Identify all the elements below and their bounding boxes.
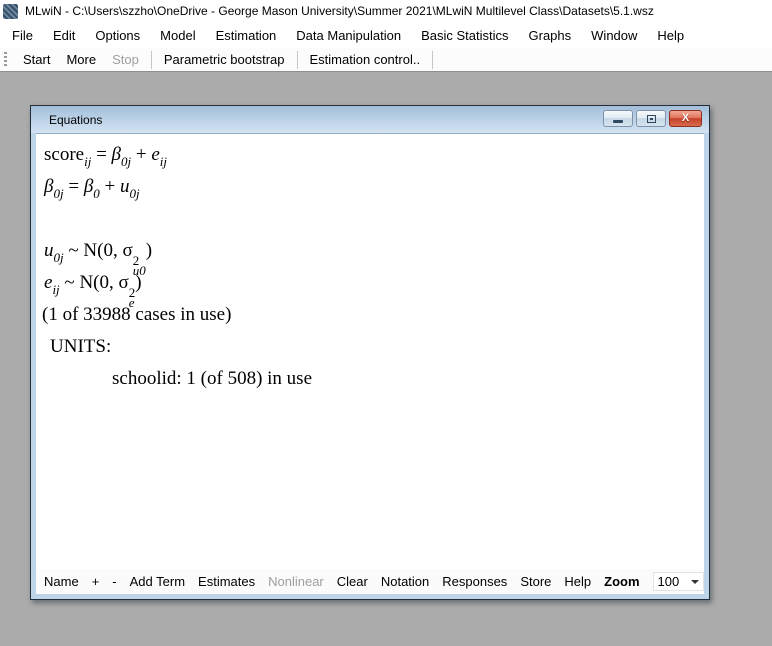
maximize-icon bbox=[647, 115, 656, 123]
zoom-value: 100 bbox=[658, 574, 680, 589]
equations-window-title: Equations bbox=[31, 113, 102, 127]
nonlinear-button: Nonlinear bbox=[268, 574, 324, 589]
window-controls: X bbox=[603, 110, 702, 127]
zoom-combobox[interactable]: 100 bbox=[653, 572, 704, 591]
toolbar-grip-handle[interactable] bbox=[4, 52, 7, 68]
zoom-label: Zoom bbox=[604, 574, 639, 589]
estimation-toolbar: Start More Stop Parametric bootstrap Est… bbox=[0, 48, 772, 72]
equations-bottom-toolbar: Name + - Add Term Estimates Nonlinear Cl… bbox=[36, 569, 704, 594]
dropdown-arrow-icon bbox=[691, 580, 699, 584]
menu-window[interactable]: Window bbox=[581, 24, 647, 47]
menu-basic-statistics[interactable]: Basic Statistics bbox=[411, 24, 518, 47]
app-title: MLwiN - C:\Users\szzho\OneDrive - George… bbox=[25, 4, 654, 18]
toolbar-separator bbox=[432, 51, 433, 69]
notation-button[interactable]: Notation bbox=[381, 574, 429, 589]
plus-button[interactable]: + bbox=[92, 574, 100, 589]
minimize-icon bbox=[613, 120, 623, 123]
equation-dist-u: u0j ~ N(0, σ2u0) bbox=[42, 235, 698, 267]
equation-spacer bbox=[42, 203, 698, 235]
units-schoolid-line: schoolid: 1 (of 508) in use bbox=[42, 363, 698, 395]
start-button[interactable]: Start bbox=[15, 50, 58, 69]
store-button[interactable]: Store bbox=[520, 574, 551, 589]
close-icon: X bbox=[682, 113, 689, 124]
maximize-button[interactable] bbox=[636, 110, 666, 127]
help-button[interactable]: Help bbox=[564, 574, 591, 589]
estimates-button[interactable]: Estimates bbox=[198, 574, 255, 589]
menu-data-manipulation[interactable]: Data Manipulation bbox=[286, 24, 411, 47]
menu-file[interactable]: File bbox=[2, 24, 43, 47]
minimize-button[interactable] bbox=[603, 110, 633, 127]
units-label-line: UNITS: bbox=[42, 331, 698, 363]
add-term-button[interactable]: Add Term bbox=[130, 574, 185, 589]
menu-options[interactable]: Options bbox=[85, 24, 150, 47]
menu-estimation[interactable]: Estimation bbox=[206, 24, 287, 47]
menubar: File Edit Options Model Estimation Data … bbox=[0, 22, 772, 48]
responses-button[interactable]: Responses bbox=[442, 574, 507, 589]
menu-help[interactable]: Help bbox=[647, 24, 694, 47]
equations-window: Equations X scoreij = β0j + eijβ0j = β0 … bbox=[30, 105, 710, 600]
menu-graphs[interactable]: Graphs bbox=[519, 24, 582, 47]
parametric-bootstrap-button[interactable]: Parametric bootstrap bbox=[156, 50, 293, 69]
equation-dist-e: eij ~ N(0, σ2e) bbox=[42, 267, 698, 299]
estimation-control-button[interactable]: Estimation control.. bbox=[302, 50, 429, 69]
equations-titlebar[interactable]: Equations X bbox=[31, 106, 709, 133]
more-button[interactable]: More bbox=[58, 50, 104, 69]
stop-button: Stop bbox=[104, 50, 147, 69]
equation-model-line-1: scoreij = β0j + eij bbox=[42, 139, 698, 171]
cases-in-use-line: (1 of 33988 cases in use) bbox=[42, 299, 698, 331]
mlwin-app-icon bbox=[3, 4, 18, 19]
equations-area[interactable]: scoreij = β0j + eijβ0j = β0 + u0j u0j ~ N… bbox=[36, 133, 704, 569]
toolbar-separator bbox=[151, 51, 152, 69]
equation-model-line-2: β0j = β0 + u0j bbox=[42, 171, 698, 203]
app-titlebar: MLwiN - C:\Users\szzho\OneDrive - George… bbox=[0, 0, 772, 22]
toolbar-separator bbox=[297, 51, 298, 69]
clear-button[interactable]: Clear bbox=[337, 574, 368, 589]
minus-button[interactable]: - bbox=[112, 574, 116, 589]
close-button[interactable]: X bbox=[669, 110, 702, 127]
menu-model[interactable]: Model bbox=[150, 24, 205, 47]
name-button[interactable]: Name bbox=[44, 574, 79, 589]
menu-edit[interactable]: Edit bbox=[43, 24, 85, 47]
